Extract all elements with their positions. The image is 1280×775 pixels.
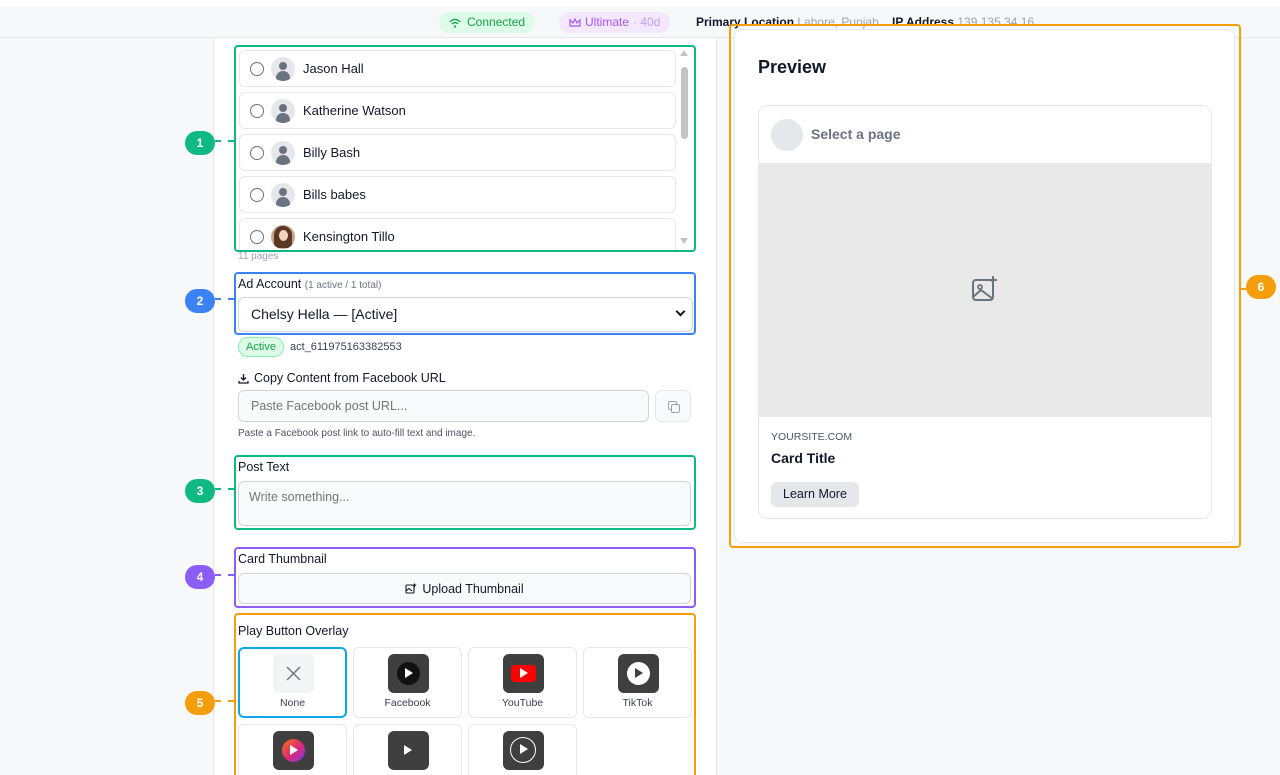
- copy-content-text: Copy Content from Facebook URL: [254, 371, 446, 385]
- connection-status-text: Connected: [467, 15, 526, 29]
- copy-content-label: Copy Content from Facebook URL: [238, 371, 446, 385]
- annotation-box-5: [234, 613, 696, 775]
- crown-icon: [569, 17, 581, 27]
- annotation-box-4: [234, 547, 696, 608]
- annotation-badge-4: 4: [185, 565, 215, 589]
- plan-name: Ultimate: [585, 15, 630, 29]
- annotation-box-2: [234, 272, 696, 335]
- annotation-connector: [215, 488, 234, 490]
- url-hint: Paste a Facebook post link to auto-fill …: [238, 428, 476, 439]
- download-icon: [238, 373, 249, 384]
- annotation-connector: [215, 298, 234, 300]
- annotation-connector: [215, 140, 234, 142]
- ad-account-id: act_611975163382553: [290, 341, 402, 353]
- plan-badge: Ultimate · 40d: [559, 12, 671, 33]
- annotation-badge-5: 5: [185, 691, 215, 715]
- annotation-box-6: [729, 24, 1241, 548]
- status-badge: Active: [238, 337, 284, 357]
- facebook-url-input[interactable]: [238, 390, 649, 422]
- annotation-badge-3: 3: [185, 479, 215, 503]
- annotation-box-1: [234, 45, 696, 252]
- annotation-connector: [215, 574, 234, 576]
- connection-status-badge: Connected: [439, 12, 536, 33]
- annotation-box-3: [234, 455, 696, 530]
- annotation-badge-2: 2: [185, 289, 215, 313]
- annotation-badge-1: 1: [185, 131, 215, 155]
- wifi-icon: [449, 18, 461, 28]
- plan-days: · 40d: [633, 15, 661, 29]
- pages-count: 11 pages: [238, 251, 279, 262]
- annotation-badge-6: 6: [1246, 275, 1276, 299]
- paste-button[interactable]: [655, 390, 691, 422]
- annotation-connector: [215, 700, 234, 702]
